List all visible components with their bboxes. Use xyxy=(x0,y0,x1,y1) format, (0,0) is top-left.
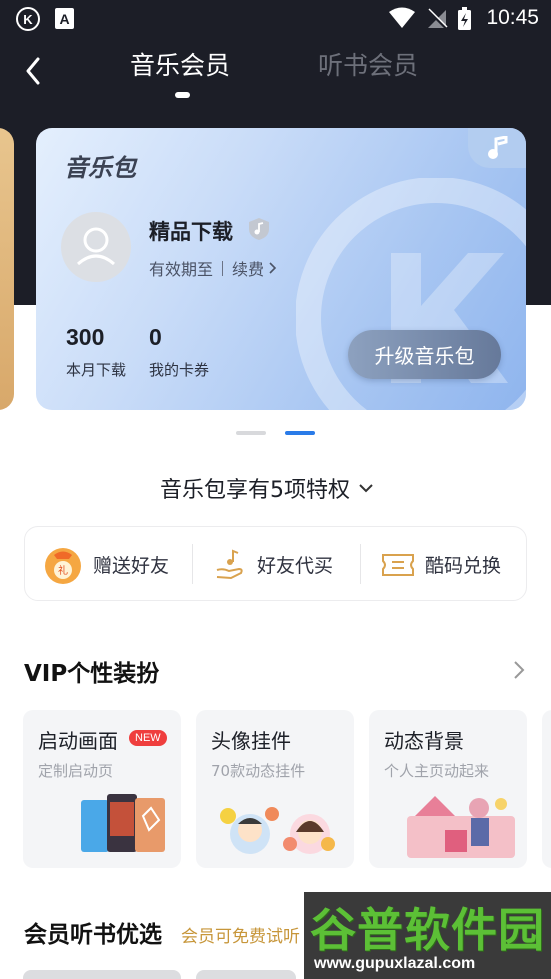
no-signal-icon xyxy=(426,8,448,30)
vip-shield-badge-icon xyxy=(249,218,269,240)
status-bar: K A 10:45 xyxy=(0,0,551,38)
code-redeem-item[interactable]: 酷码兑换 xyxy=(381,527,501,602)
divider xyxy=(192,544,193,584)
monthly-downloads-label: 本月下载 xyxy=(66,361,127,379)
new-badge: NEW xyxy=(129,730,167,746)
watermark-url: www.gupuxlazal.com xyxy=(314,955,476,972)
divider xyxy=(360,544,361,584)
clock: 10:45 xyxy=(486,6,539,29)
vip-decoration-title: VIP个性装扮 xyxy=(24,661,160,687)
friend-buy-label: 好友代买 xyxy=(257,555,334,577)
gift-friend-item[interactable]: 礼 赠送好友 xyxy=(43,527,169,602)
dynamic-background-subtitle: 个人主页动起来 xyxy=(384,762,490,780)
site-watermark: 谷普软件园 www.gupuxlazal.com xyxy=(304,892,551,979)
user-placeholder-icon xyxy=(77,227,115,266)
splash-screen-subtitle: 定制启动页 xyxy=(38,762,114,780)
splash-screen-card[interactable]: 启动画面 NEW 定制启动页 xyxy=(23,710,181,868)
system-icons xyxy=(389,7,471,30)
my-coupons-label: 我的卡券 xyxy=(149,361,210,379)
validity-renew-row[interactable]: 有效期至 续费 xyxy=(149,256,278,280)
book-card-peek[interactable] xyxy=(196,970,296,979)
music-note-corner xyxy=(468,128,526,168)
wifi-icon xyxy=(389,7,415,28)
font-notification-icon: A xyxy=(55,8,74,29)
music-package-card[interactable]: 音乐包 精品下载 有效期至 续费 300 本月下载 0 我的卡券 升级音乐包 xyxy=(36,128,526,410)
next-decoration-card-peek[interactable] xyxy=(542,710,551,868)
code-redeem-label: 酷码兑换 xyxy=(425,555,502,577)
previous-card-peek[interactable] xyxy=(0,128,14,410)
gift-friend-label: 赠送好友 xyxy=(93,555,170,577)
chevron-right-icon[interactable] xyxy=(512,659,526,681)
my-coupons-value: 0 xyxy=(149,324,162,350)
watermark-text: 谷普软件园 xyxy=(310,903,545,957)
card-title: 音乐包 xyxy=(64,154,136,182)
privileges-header[interactable]: 音乐包享有5项特权 xyxy=(160,472,374,504)
phone-screens-illustration-icon xyxy=(81,794,165,852)
tab-audiobook-vip[interactable]: 听书会员 xyxy=(318,46,418,82)
monthly-downloads-stat: 300 本月下载 xyxy=(66,324,126,380)
upgrade-music-package-button[interactable]: 升级音乐包 xyxy=(348,330,501,379)
avatar[interactable] xyxy=(61,212,131,282)
friend-buy-item[interactable]: 好友代买 xyxy=(213,527,333,602)
kugou-notification-icon: K xyxy=(16,7,40,31)
gift-bag-icon: 礼 xyxy=(45,547,81,584)
privileges-panel: 礼 赠送好友 好友代买 酷码兑换 xyxy=(24,526,527,601)
my-coupons-stat[interactable]: 0 我的卡券 xyxy=(149,324,209,380)
plan-name: 精品下载 xyxy=(149,220,233,244)
active-tab-indicator xyxy=(175,92,190,98)
tab-music-vip[interactable]: 音乐会员 xyxy=(130,46,230,82)
audiobook-picks-title: 会员听书优选 xyxy=(24,922,162,948)
divider xyxy=(222,260,224,276)
chevron-left-icon xyxy=(26,57,40,85)
avatar-pendant-illustration-icon xyxy=(220,807,335,854)
dynamic-background-title: 动态背景 xyxy=(384,729,464,753)
monthly-downloads-value: 300 xyxy=(66,324,105,350)
chevron-right-icon xyxy=(269,262,277,274)
avatar-pendant-subtitle: 70款动态挂件 xyxy=(211,762,306,780)
back-button[interactable] xyxy=(16,52,50,90)
dynamic-background-illustration-icon xyxy=(407,796,515,858)
carousel-dot-active xyxy=(285,431,315,435)
avatar-pendant-card[interactable]: 头像挂件 70款动态挂件 xyxy=(196,710,354,868)
carousel-dot xyxy=(236,431,266,435)
audiobook-picks-subtitle: 会员可免费试听 xyxy=(181,927,300,947)
chevron-down-icon xyxy=(359,484,373,493)
book-card-peek[interactable] xyxy=(23,970,181,979)
privileges-title: 音乐包享有5项特权 xyxy=(160,478,350,503)
svg-text:礼: 礼 xyxy=(58,564,68,577)
renew-link[interactable]: 续费 xyxy=(232,256,264,280)
validity-label: 有效期至 xyxy=(149,260,214,279)
battery-charging-icon xyxy=(458,7,471,30)
splash-screen-title: 启动画面 xyxy=(38,729,118,753)
ticket-icon xyxy=(382,553,414,576)
avatar-pendant-title: 头像挂件 xyxy=(211,729,291,753)
hand-music-icon xyxy=(216,549,243,579)
music-note-icon xyxy=(488,136,508,159)
dynamic-background-card[interactable]: 动态背景 个人主页动起来 xyxy=(369,710,527,868)
